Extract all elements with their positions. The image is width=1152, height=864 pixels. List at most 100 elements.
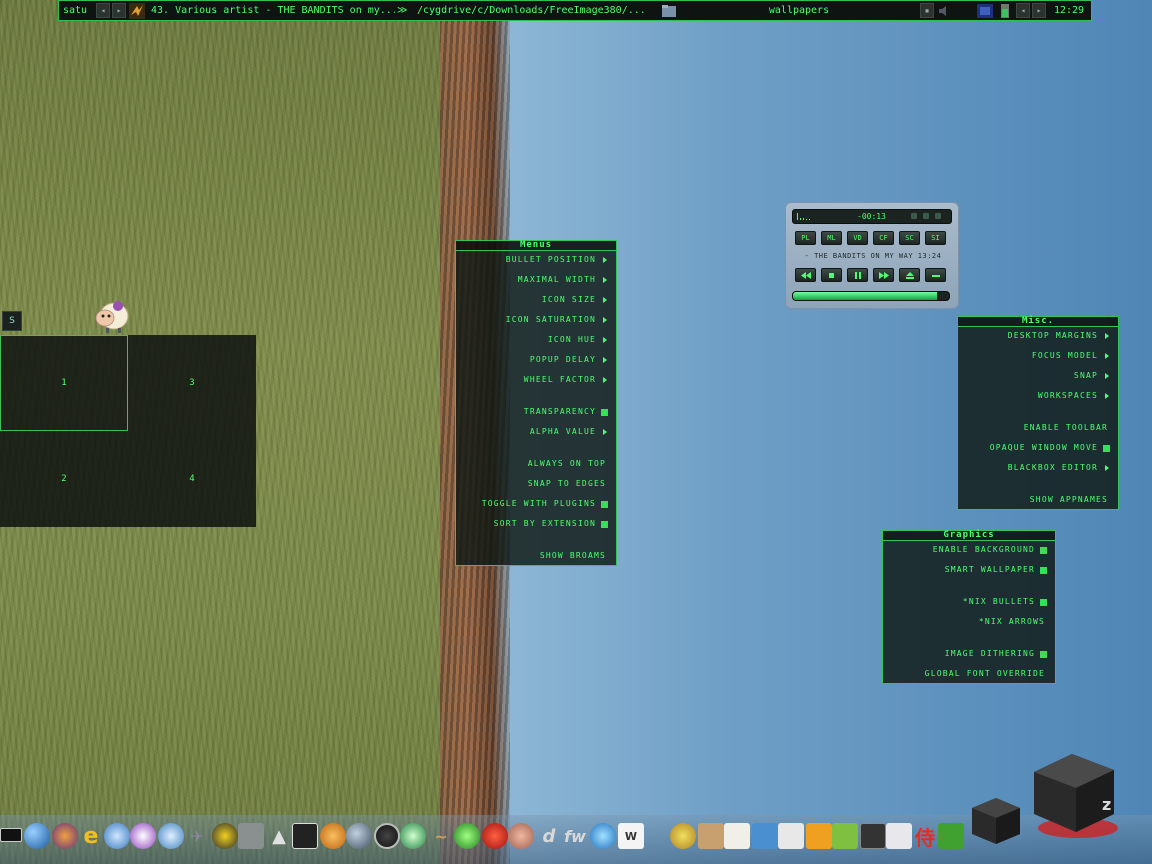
dock-ipod-icon[interactable]: [860, 823, 886, 849]
dock-itunes-icon[interactable]: [400, 823, 426, 849]
dock-photo-icon[interactable]: [698, 823, 724, 849]
menus-menu-item[interactable]: Popup Delay: [530, 350, 616, 370]
player-ml-button[interactable]: ML: [821, 231, 842, 245]
dock-device-icon[interactable]: [238, 823, 264, 849]
pager-workspace-1[interactable]: 1: [0, 335, 128, 431]
dock-paint-icon[interactable]: ~: [428, 823, 454, 849]
dock-game-icon[interactable]: [292, 823, 318, 849]
toolbar-prev-workspace-button[interactable]: ◂: [96, 3, 110, 18]
dock-vlc-icon[interactable]: [320, 823, 346, 849]
graphics-menu-item[interactable]: Global Font Override: [925, 664, 1055, 684]
volume-icon[interactable]: [937, 3, 953, 19]
dock-dreamweaver-icon[interactable]: d: [536, 823, 562, 849]
toolbar-window-button[interactable]: ▪: [920, 3, 934, 18]
dock-keys-icon[interactable]: [670, 823, 696, 849]
dock-winamp-icon[interactable]: [52, 823, 78, 849]
dock-finder-icon[interactable]: [752, 823, 778, 849]
menus-menu-item[interactable]: Show Broams: [540, 546, 616, 566]
toolbar-window-title[interactable]: 43. Various artist - THE BANDITS on my..…: [147, 1, 395, 20]
misc-menu-item[interactable]: Enable Toolbar: [1024, 418, 1118, 438]
player-seek-bar[interactable]: [792, 291, 950, 301]
misc-menu-item[interactable]: Snap: [1074, 366, 1118, 386]
player-stop-button[interactable]: [821, 268, 842, 282]
toolbar-clock[interactable]: 12:29: [1047, 1, 1091, 20]
toolbar-next-button[interactable]: ▸: [1032, 3, 1046, 18]
menus-menu-item[interactable]: Transparency: [524, 402, 616, 422]
dock-terminal-icon[interactable]: [0, 828, 22, 842]
dock-explorer-icon[interactable]: [590, 823, 616, 849]
player-previous-button[interactable]: [795, 268, 816, 282]
dock-mac-icon[interactable]: [886, 823, 912, 849]
menus-menu-item[interactable]: Icon Saturation: [506, 310, 616, 330]
graphics-menu-item[interactable]: *nix Arrows: [979, 612, 1055, 632]
player-si-button[interactable]: SI: [925, 231, 946, 245]
player-time[interactable]: -00:13: [857, 212, 886, 221]
misc-menu-item[interactable]: Show Appnames: [1030, 490, 1118, 510]
player-next-button[interactable]: [873, 268, 894, 282]
player-pl-button[interactable]: PL: [795, 231, 816, 245]
dock-drive2-icon[interactable]: [832, 823, 858, 849]
menus-menu-item[interactable]: Icon Hue: [548, 330, 616, 350]
toolbar-current-label[interactable]: wallpapers: [679, 1, 919, 20]
misc-menu-item[interactable]: Opaque Window Move: [990, 438, 1118, 458]
misc-menu-item[interactable]: Workspaces: [1038, 386, 1118, 406]
toolbar-prev-button[interactable]: ◂: [1016, 3, 1030, 18]
player-eject-button[interactable]: [899, 268, 920, 282]
misc-menu-item[interactable]: Desktop Margins: [1008, 326, 1118, 346]
player-vd-button[interactable]: VD: [847, 231, 868, 245]
player-sc-button[interactable]: SC: [899, 231, 920, 245]
dock-globe-icon[interactable]: [346, 823, 372, 849]
player-mini-button-3[interactable]: [935, 213, 941, 219]
player-mini-button-2[interactable]: [923, 213, 929, 219]
dock-flash-icon[interactable]: [482, 823, 508, 849]
graphics-menu-item[interactable]: Enable Background: [933, 540, 1055, 560]
player-cf-button[interactable]: CF: [873, 231, 894, 245]
menus-menu-item[interactable]: Maximal Width: [518, 270, 616, 290]
menus-menu-item[interactable]: Bullet Position: [506, 250, 616, 270]
dock-yahoo-icon[interactable]: [130, 823, 156, 849]
player-pause-button[interactable]: [847, 268, 868, 282]
dock-messenger-icon[interactable]: [158, 823, 184, 849]
menus-menu-item[interactable]: Sort By Extension: [494, 514, 616, 534]
menus-menu-item[interactable]: Snap To Edges: [528, 474, 616, 494]
misc-menu-item[interactable]: Focus Model: [1032, 346, 1118, 366]
dock-app-icon[interactable]: [454, 823, 480, 849]
dock-drive-icon[interactable]: [806, 823, 832, 849]
graphics-menu-item[interactable]: Smart Wallpaper: [945, 560, 1055, 580]
pager-toggle-button[interactable]: S: [2, 311, 22, 331]
pager-workspace-2[interactable]: 2: [0, 431, 128, 527]
dock-map-icon[interactable]: [938, 823, 964, 849]
graphics-menu-item[interactable]: Image Dithering: [945, 644, 1055, 664]
dock-firefox-icon[interactable]: [24, 823, 50, 849]
dock-monitor-icon[interactable]: [778, 823, 804, 849]
dock-freehand-icon[interactable]: fw: [562, 823, 588, 849]
player-minimize-button[interactable]: [925, 268, 946, 282]
dock-ie-icon[interactable]: e: [78, 823, 104, 849]
menus-menu-item[interactable]: Toggle With Plugins: [482, 494, 616, 514]
menus-menu-item[interactable]: Alpha Value: [530, 422, 616, 442]
dock-document-icon[interactable]: [724, 823, 750, 849]
player-mini-button-1[interactable]: [911, 213, 917, 219]
cube-icon[interactable]: [968, 794, 1024, 848]
graphics-menu-item[interactable]: *nix Bullets: [963, 592, 1055, 612]
dock-media-icon[interactable]: [212, 823, 238, 849]
dock-rocket-icon[interactable]: ▲: [266, 823, 292, 849]
pager-workspace-4[interactable]: 4: [128, 431, 256, 527]
toolbar-workspace-label[interactable]: satu: [59, 1, 95, 20]
misc-menu-item[interactable]: Blackbox Editor: [1008, 458, 1118, 478]
cube-z-icon[interactable]: z: [1030, 750, 1120, 842]
toolbar-next-workspace-button[interactable]: ▸: [112, 3, 126, 18]
dock-fireworks-icon[interactable]: [508, 823, 534, 849]
dock-quicktime-icon[interactable]: [374, 823, 400, 849]
tray-battery-icon[interactable]: [997, 3, 1013, 19]
tray-network-icon[interactable]: [977, 3, 993, 19]
dock-satellite-icon[interactable]: ✈: [184, 823, 210, 849]
dock-word-icon[interactable]: W: [618, 823, 644, 849]
dock-kanji-icon[interactable]: 侍: [912, 823, 938, 850]
dock-thunderbird-icon[interactable]: [104, 823, 130, 849]
menus-menu-item[interactable]: Always On Top: [528, 454, 616, 474]
menus-menu-item[interactable]: Wheel Factor: [524, 370, 616, 390]
menus-menu-item[interactable]: Icon Size: [542, 290, 616, 310]
toolbar-path-title[interactable]: /cygdrive/c/Downloads/FreeImage380/...: [413, 1, 659, 20]
pager-workspace-3[interactable]: 3: [128, 335, 256, 431]
